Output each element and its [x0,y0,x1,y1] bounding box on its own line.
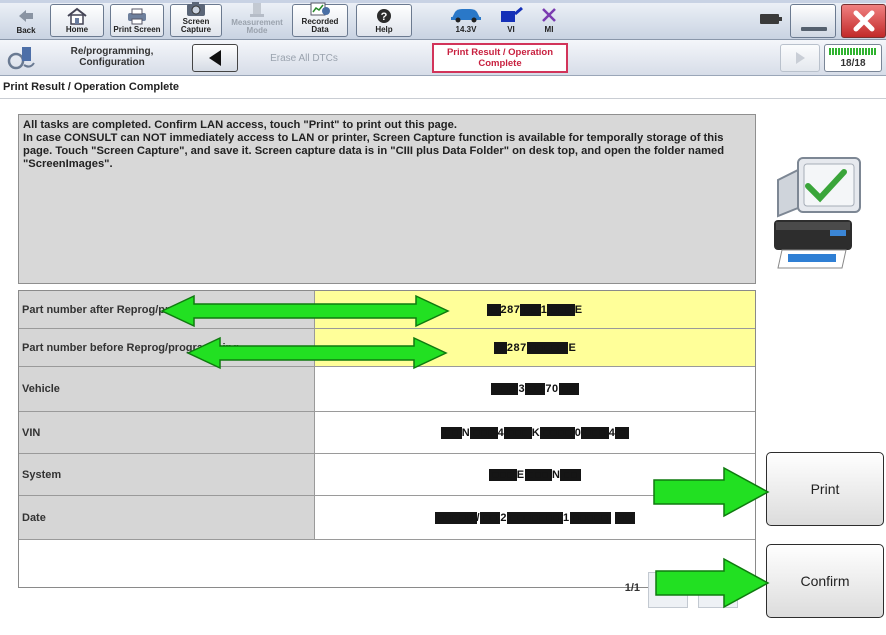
help-label: Help [375,25,393,34]
battery-icon [760,4,782,34]
printer-illustration [764,150,874,272]
row-label: Date [19,496,315,539]
step-navigation-bar: Re/programming, Configuration Erase All … [0,40,886,76]
help-button[interactable]: ? Help [356,4,412,37]
instruction-text: All tasks are completed. Confirm LAN acc… [23,119,725,170]
main-toolbar: Back Home Print Screen Screen Capture Me… [0,0,886,40]
back-arrow-icon [8,4,44,27]
measurement-mode-label: Measurement Mode [231,18,283,35]
table-row: System ■■■ E ■■■ N ■■ [19,454,755,496]
row-label: Vehicle [19,367,315,411]
minimize-button[interactable] [790,4,836,38]
printer-icon [774,220,852,269]
close-button[interactable] [841,4,886,38]
recorded-data-label: Recorded Data [301,17,339,34]
triangle-left-icon [209,50,221,66]
help-icon: ? [357,5,411,26]
triangle-right-icon [796,52,805,64]
instruction-message-box: All tasks are completed. Confirm LAN acc… [18,114,756,284]
measurement-mode-button[interactable]: Measurement Mode [230,1,284,37]
redacted-value: ■ 287 ■■■■■ E [493,341,577,354]
close-icon [853,10,874,32]
erase-all-dtcs-button[interactable]: Erase All DTCs [250,46,358,70]
step-progress: 18/18 [824,44,882,72]
table-row: VIN ■■ N ■■■ 4 ■■■ K ■■■■ 0 ■■■ 4 ■ [19,412,755,454]
reprogramming-icon [6,45,36,71]
redacted-value: ■■■■■ / ■■ 2 ■■■■■■■ 1 ■■■■■ ■■ [434,511,636,524]
recorded-data-icon [293,0,347,18]
previous-step-button[interactable] [192,44,238,72]
row-value: ■■ N ■■■ 4 ■■■ K ■■■■ 0 ■■■ 4 ■ [315,412,755,453]
table-row: Vehicle ■■■ 3 ■■ 70 ■■ [19,367,755,412]
redacted-value: ■ 287 ■■ 1 ■■■ E [487,303,582,316]
back-toolbar-label: Back [16,26,36,35]
mi-label: MI [544,25,554,34]
table-row: Date ■■■■■ / ■■ 2 ■■■■■■■ 1 ■■■■■ ■■ [19,496,755,540]
arrow-right-annotation [655,557,770,609]
mi-disconnected-icon [540,4,558,25]
arrow-right-annotation [653,466,770,518]
next-step-button[interactable] [780,44,820,72]
double-arrow-annotation [160,294,450,328]
screen-capture-label: Screen Capture [180,17,212,34]
svg-text:?: ? [381,11,388,23]
results-table: Part number after Reprog/programming ■ 28… [18,290,756,588]
print-button[interactable]: Print [766,452,884,526]
vi-status: VI [494,4,528,37]
progress-bar [829,48,877,55]
print-screen-icon [111,5,163,26]
vi-connection-icon [498,4,524,25]
current-step-tab: Print Result / Operation Complete [432,43,568,73]
back-toolbar-button[interactable]: Back [8,4,44,37]
vi-label: VI [507,25,515,34]
recorded-data-button[interactable]: Recorded Data [292,2,348,37]
voltage-text: 14.3V [455,25,477,34]
minimize-icon [801,27,827,31]
print-screen-label: Print Screen [113,25,161,34]
double-arrow-annotation [186,336,448,370]
mi-status: MI [532,4,566,37]
print-screen-button[interactable]: Print Screen [110,4,164,37]
row-label: System [19,454,315,495]
row-label: VIN [19,412,315,453]
toolbar-top-strip [0,0,886,3]
home-button[interactable]: Home [50,4,104,37]
confirm-button[interactable]: Confirm [766,544,884,618]
car-icon [449,4,483,25]
home-icon [51,5,103,26]
section-breadcrumb: Re/programming, Configuration [70,46,154,68]
page-title: Print Result / Operation Complete [0,77,886,99]
page-indicator: 1/1 [624,582,640,594]
redacted-value: ■■■ 3 ■■ 70 ■■ [491,383,579,395]
battery-voltage-status: 14.3V [444,4,488,37]
row-value: ■■■ 3 ■■ 70 ■■ [315,367,755,411]
camera-icon [171,0,221,18]
measurement-icon [230,1,284,19]
progress-text: 18/18 [840,58,866,69]
battery-status [756,4,786,37]
ecu-module-icon [777,157,861,218]
home-label: Home [65,25,89,34]
screen-capture-button[interactable]: Screen Capture [170,2,222,37]
redacted-value: ■■■ E ■■■ N ■■ [489,468,581,481]
redacted-value: ■■ N ■■■ 4 ■■■ K ■■■■ 0 ■■■ 4 ■ [441,426,629,439]
